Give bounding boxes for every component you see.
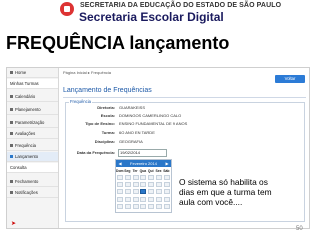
close-period-icon (10, 180, 13, 184)
field-value-disciplina: GEOGRAFIA (119, 139, 143, 144)
arrow-right-icon (10, 155, 13, 159)
field-label-data: Data da Frequência: (76, 150, 115, 155)
frequency-icon (10, 144, 13, 148)
calendar-day-cell[interactable] (132, 175, 139, 180)
field-label-disciplina: Disciplina: (94, 139, 115, 144)
weekday-header: Seg (124, 169, 131, 173)
calendar-day-cell[interactable] (163, 175, 170, 180)
prev-month-icon[interactable]: ◀ (118, 161, 122, 166)
sidebar-item-calendario[interactable]: Calendário (7, 92, 58, 102)
sidebar-item-label: Lançamento (15, 154, 39, 159)
field-value-escola: DOMINGOS CAMERLINGO CALO (119, 113, 182, 118)
calendar-day-cell[interactable] (148, 196, 155, 202)
calendar-day-cell[interactable] (124, 189, 131, 195)
calendar-day-cell[interactable] (148, 175, 155, 180)
page-number: 50 (296, 226, 303, 232)
settings-icon (10, 121, 13, 125)
field-value-tipo-ensino: ENSINO FUNDAMENTAL DE 9 ANOS (119, 121, 188, 126)
slide-title: FREQUÊNCIA lançamento (6, 33, 230, 53)
sidebar-item-label: Parametrização (15, 120, 45, 125)
calendar-day-cell[interactable] (132, 182, 139, 188)
logo-top-text: SECRETARIA DA EDUCAÇÃO DO ESTADO DE SÃO … (80, 2, 282, 9)
calendar-day-cell[interactable] (163, 196, 170, 202)
weekday-header: Sáb (163, 169, 170, 173)
field-value-diretoria: GUARAKEISS (119, 105, 146, 110)
sidebar-item-minhas-turmas[interactable]: Minhas Turmas (7, 79, 58, 89)
datepicker: Fevereiro 2014 ◀ ▶ Dom Seg Ter Qua Qui S… (115, 159, 172, 213)
calendar-day-cell[interactable] (140, 196, 147, 202)
field-label-escola: Escola: (100, 113, 115, 118)
field-label-diretoria: Diretoria: (97, 105, 115, 110)
sidebar-item-consulta[interactable]: Consulta (7, 163, 58, 173)
sidebar-item-label: Frequência (15, 143, 36, 148)
datepicker-header: Fevereiro 2014 (116, 160, 171, 167)
calendar-day-cell[interactable] (148, 203, 155, 209)
bell-icon (10, 191, 13, 195)
page-title: Lançamento de Frequências (63, 87, 152, 94)
divider (63, 97, 306, 98)
sp-emblem-icon (60, 2, 74, 16)
fieldset-legend: Frequência (69, 99, 92, 104)
sidebar-item-label: Avaliações (15, 131, 36, 136)
sidebar-item-label: Calendário (15, 94, 36, 99)
logo-bottom-text: Secretaria Escolar Digital (79, 10, 224, 24)
calendar-day-cell[interactable] (124, 203, 131, 209)
sidebar-item-fechamento[interactable]: Fechamento (7, 177, 58, 187)
calendar-day-cell[interactable] (132, 196, 139, 202)
calendar-day-cell[interactable] (124, 196, 131, 202)
sidebar-item-notificacoes[interactable]: Notificações (7, 188, 58, 198)
calendar-day-cell[interactable] (140, 182, 147, 188)
next-month-icon[interactable]: ▶ (165, 161, 169, 166)
calendar-day-cell[interactable] (156, 182, 162, 188)
calendar-day-cell[interactable] (117, 196, 123, 202)
calendar-day-cell[interactable] (163, 182, 170, 188)
calendar-day-cell[interactable] (156, 175, 162, 180)
field-label-turma: Turma: (101, 130, 115, 135)
annotation-text: O sistema só habilita os dias em que a t… (179, 177, 272, 207)
date-input[interactable]: 19/02/2014 (118, 149, 167, 157)
field-label-tipo-ensino: Tipo de Ensino: (85, 121, 115, 126)
calendar-day-cell[interactable] (156, 203, 162, 209)
sidebar-item-label: Consulta (10, 165, 27, 170)
calendar-day-cell[interactable] (124, 182, 131, 188)
weekday-header: Dom (116, 169, 124, 173)
calendar-day-cell[interactable] (132, 203, 139, 209)
sidebar-item-label: Minhas Turmas (10, 81, 39, 86)
calendar-day-cell[interactable] (163, 203, 170, 209)
weekday-header: Qui (147, 169, 154, 173)
calendar-day-cell[interactable] (117, 203, 123, 209)
calendar-day-cell[interactable] (132, 189, 139, 195)
breadcrumb[interactable]: Página Inicial ▸ Frequência (63, 70, 111, 75)
sidebar-item-label: Notificações (15, 190, 38, 195)
calendar-day-cell[interactable] (140, 203, 147, 209)
back-button[interactable]: Voltar (275, 75, 305, 83)
plan-icon (10, 108, 13, 112)
sidebar-item-label: Planejamento (15, 107, 41, 112)
calendar-day-cell[interactable] (148, 182, 155, 188)
weekday-header: Sex (155, 169, 162, 173)
calendar-day-cell[interactable] (140, 175, 147, 180)
calendar-day-cell[interactable] (124, 175, 131, 180)
calendar-icon (10, 95, 13, 99)
calendar-day-cell[interactable] (117, 175, 123, 180)
home-icon (10, 71, 13, 75)
calendar-day-cell[interactable] (148, 189, 155, 195)
calendar-day-selected[interactable] (140, 189, 147, 195)
pointer-arrow-icon: ➤ (11, 221, 17, 227)
month-label: Fevereiro 2014 (130, 161, 157, 166)
field-value-turma: 6O ANO EN TARDE (119, 130, 155, 135)
calendar-day-cell[interactable] (163, 189, 170, 195)
weekday-header: Ter (132, 169, 138, 173)
calendar-day-cell[interactable] (117, 182, 123, 188)
calendar-day-cell[interactable] (156, 196, 162, 202)
sidebar-item-label: Home (15, 70, 27, 75)
check-icon (10, 132, 13, 136)
weekday-header: Qua (139, 169, 147, 173)
calendar-day-cell[interactable] (117, 189, 123, 195)
sidebar-item-home[interactable]: Home (7, 68, 58, 78)
calendar-day-cell[interactable] (156, 189, 162, 195)
sidebar-item-label: Fechamento (15, 179, 39, 184)
sidebar: Home Minhas Turmas Calendário Planejamen… (7, 68, 59, 228)
